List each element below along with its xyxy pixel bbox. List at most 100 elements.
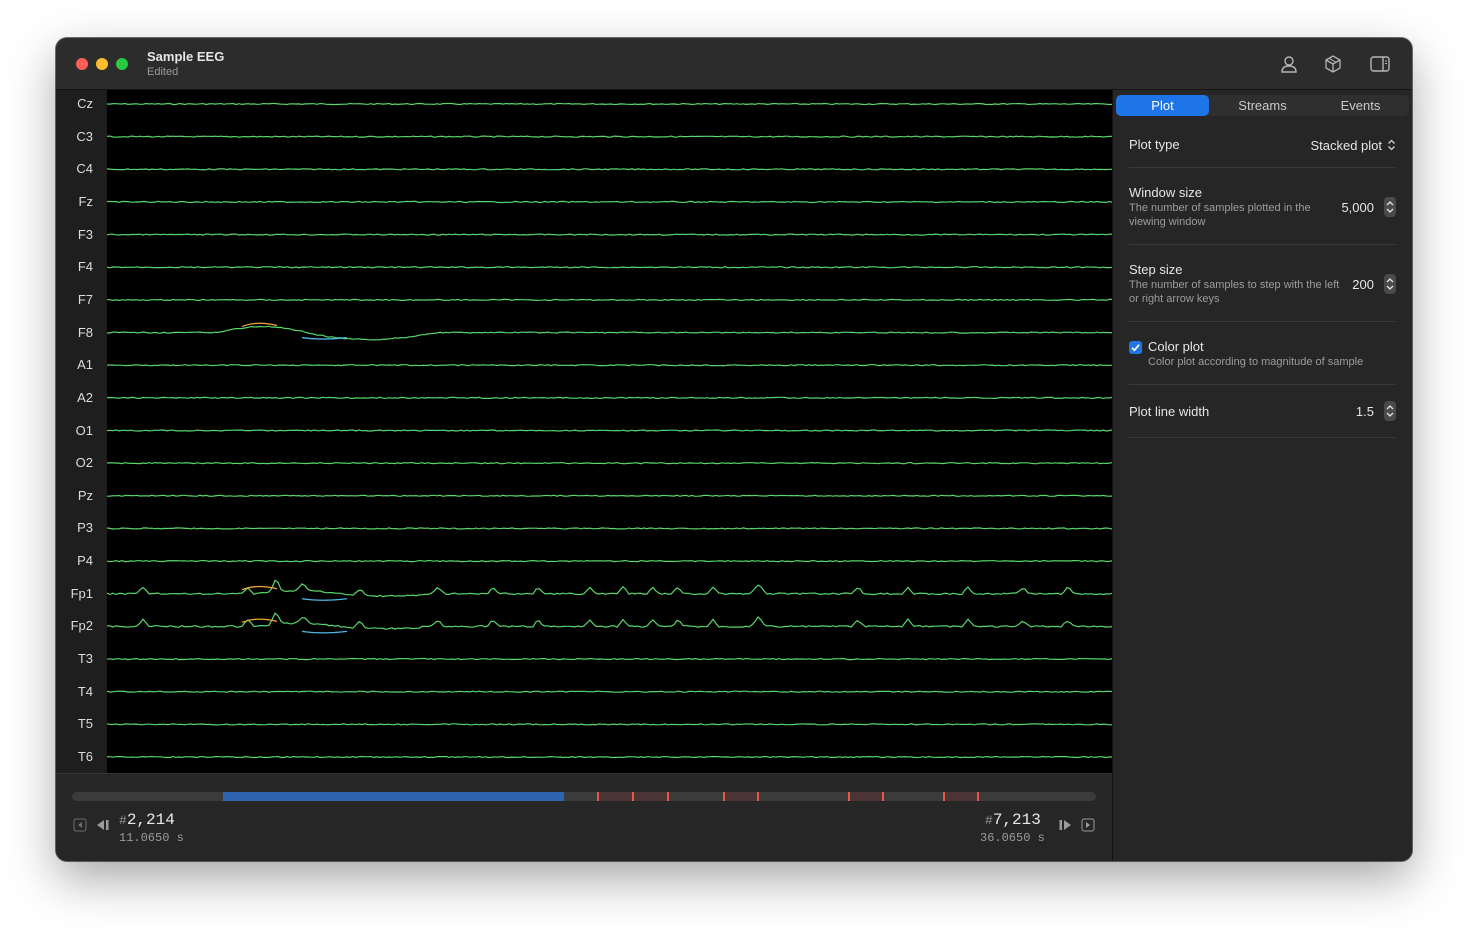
- trace-c4: [107, 168, 1112, 171]
- channel-label-p3: P3: [77, 520, 93, 536]
- step-size-row: Step size The number of samples to step …: [1129, 245, 1396, 322]
- event-marker[interactable]: [977, 792, 979, 801]
- window-size-row: Window size The number of samples plotte…: [1129, 168, 1396, 245]
- window-size-value[interactable]: 5,000: [1341, 200, 1374, 215]
- stepper-arrows-icon: [1386, 201, 1394, 213]
- plot-type-row: Plot type Stacked plot: [1129, 122, 1396, 168]
- step-size-stepper[interactable]: [1384, 274, 1396, 294]
- eeg-plot[interactable]: [107, 90, 1112, 773]
- trace-f7: [107, 298, 1112, 302]
- navigation-bar: #2,214 11.0650 s #7,213 36.0650 s: [56, 773, 1112, 861]
- channel-label-fz: Fz: [78, 193, 93, 209]
- tab-plot[interactable]: Plot: [1116, 95, 1209, 116]
- plot-type-value: Stacked plot: [1310, 138, 1382, 153]
- trace-p3: [107, 527, 1112, 530]
- timeline-event-span: [723, 792, 759, 801]
- channel-label-f4: F4: [77, 259, 93, 275]
- trace-c3: [107, 135, 1112, 138]
- timeline-window-range[interactable]: [223, 792, 564, 801]
- channel-label-f3: F3: [77, 226, 93, 242]
- start-sample-number: #2,214: [119, 811, 175, 829]
- color-plot-description: Color plot according to magnitude of sam…: [1148, 356, 1364, 368]
- trace-t6: [107, 755, 1112, 759]
- channel-label-c4: C4: [76, 161, 93, 177]
- channel-label-cz: Cz: [77, 96, 93, 111]
- minimize-window-button[interactable]: [96, 58, 108, 70]
- close-window-button[interactable]: [76, 58, 88, 70]
- color-plot-row: Color plot Color plot according to magni…: [1129, 322, 1396, 385]
- channel-label-t3: T3: [77, 651, 93, 667]
- event-marker[interactable]: [632, 792, 634, 801]
- step-forward-icon[interactable]: [1057, 818, 1073, 835]
- color-plot-checkbox[interactable]: [1129, 341, 1142, 354]
- event-marker[interactable]: [597, 792, 599, 801]
- eeg-traces: [107, 102, 1112, 759]
- event-marker[interactable]: [757, 792, 759, 801]
- trace-a2: [107, 396, 1112, 400]
- skip-to-start-icon[interactable]: [73, 818, 87, 835]
- window-subtitle: Edited: [147, 66, 179, 78]
- channel-label-f7: F7: [77, 291, 93, 307]
- event-marker[interactable]: [882, 792, 884, 801]
- stepper-arrows-icon: [1386, 405, 1394, 417]
- step-size-description: The number of samples to step with the l…: [1129, 279, 1340, 305]
- window-size-description: The number of samples plotted in the vie…: [1129, 202, 1311, 228]
- channel-label-a2: A2: [77, 389, 93, 405]
- color-plot-label: Color plot: [1148, 339, 1204, 354]
- timeline-event-span: [848, 792, 884, 801]
- window-size-label: Window size: [1129, 185, 1202, 200]
- trace-p4: [107, 559, 1112, 563]
- trace-fz: [107, 200, 1112, 204]
- channel-label-t6: T6: [77, 749, 93, 764]
- timeline-event-span: [943, 792, 979, 801]
- person-icon[interactable]: [1278, 53, 1300, 75]
- trace-o1: [107, 429, 1112, 432]
- stepper-arrows-icon: [1386, 278, 1394, 290]
- line-width-value[interactable]: 1.5: [1356, 404, 1374, 419]
- channel-label-f8: F8: [77, 324, 93, 340]
- inspector-sidebar: Plot Streams Events Plot type Stacked pl…: [1113, 90, 1412, 861]
- trace-f4: [107, 266, 1112, 269]
- channel-label-fp1: Fp1: [70, 585, 93, 601]
- trace-cz: [107, 102, 1112, 106]
- low-magnitude-segment: [301, 598, 348, 601]
- end-sample-number: #7,213: [985, 811, 1041, 829]
- sidebar-toggle-icon[interactable]: [1369, 53, 1391, 75]
- channel-label-o1: O1: [75, 422, 93, 438]
- event-marker[interactable]: [723, 792, 725, 801]
- trace-t3: [107, 657, 1112, 661]
- step-back-icon[interactable]: [95, 818, 111, 835]
- step-size-value[interactable]: 200: [1352, 277, 1374, 292]
- tab-events[interactable]: Events: [1314, 95, 1407, 116]
- trace-f3: [107, 233, 1112, 236]
- window-title: Sample EEG: [147, 49, 225, 64]
- timeline-scrubber[interactable]: [72, 792, 1096, 801]
- channel-label-t4: T4: [77, 683, 93, 699]
- line-width-label: Plot line width: [1129, 404, 1210, 419]
- channel-label-o2: O2: [75, 455, 93, 471]
- window-size-stepper[interactable]: [1384, 197, 1396, 217]
- step-size-label: Step size: [1129, 262, 1183, 277]
- event-marker[interactable]: [667, 792, 669, 801]
- inspector-tabs: Plot Streams Events: [1116, 95, 1409, 116]
- high-magnitude-segment: [241, 618, 278, 624]
- hash-label: #: [985, 813, 993, 828]
- trace-o2: [107, 461, 1112, 465]
- trace-fp2: [107, 612, 1112, 630]
- skip-to-end-icon[interactable]: [1081, 818, 1095, 835]
- plot-type-select[interactable]: Stacked plot: [1310, 137, 1396, 153]
- titlebar: Sample EEG Edited: [56, 38, 1412, 90]
- cube-icon[interactable]: [1322, 53, 1344, 75]
- start-time: 11.0650 s: [119, 831, 184, 845]
- start-sample-value: 2,214: [126, 811, 175, 829]
- line-width-stepper[interactable]: [1384, 401, 1396, 421]
- event-marker[interactable]: [943, 792, 945, 801]
- event-marker[interactable]: [848, 792, 850, 801]
- end-time: 36.0650 s: [980, 831, 1045, 845]
- app-window: Sample EEG Edited Cz C3 C4 Fz F3 F4 F7 F8 A1 A2 O1…: [56, 38, 1412, 861]
- hash-label: #: [119, 813, 127, 828]
- trace-pz: [107, 494, 1112, 497]
- tab-streams[interactable]: Streams: [1216, 95, 1309, 116]
- maximize-window-button[interactable]: [116, 58, 128, 70]
- chevron-up-down-icon: [1388, 139, 1395, 151]
